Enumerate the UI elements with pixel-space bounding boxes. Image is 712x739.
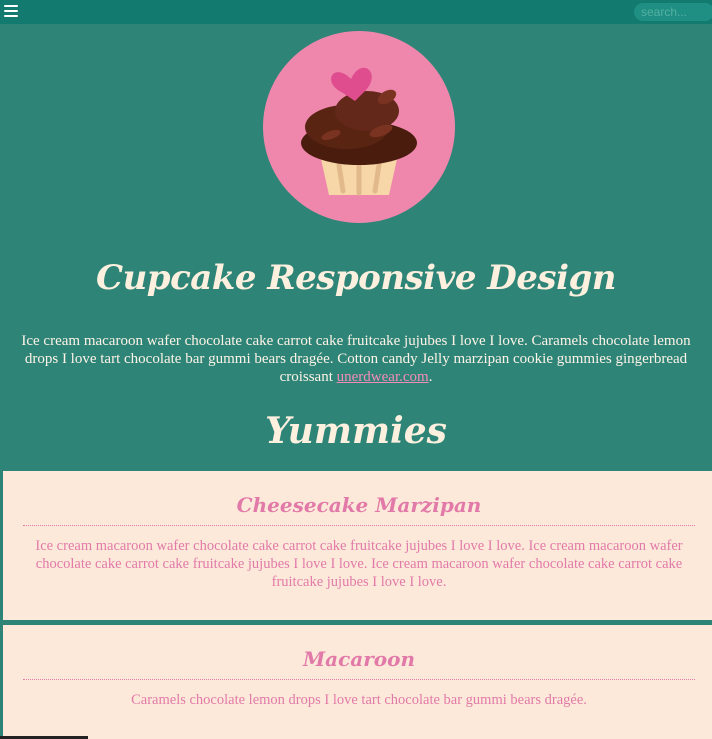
card-title: Macaroon: [303, 647, 415, 671]
search-input[interactable]: [634, 3, 712, 21]
card-cheesecake-marzipan: Cheesecake Marzipan Ice cream macaroon w…: [3, 471, 712, 620]
top-bar: [0, 0, 712, 24]
page-title: Cupcake Responsive Design: [96, 258, 616, 298]
card-divider: [23, 679, 695, 680]
cupcake-logo: [263, 31, 455, 223]
card-text: Caramels chocolate lemon drops I love ta…: [131, 692, 587, 708]
card-divider: [23, 525, 695, 526]
card-title: Cheesecake Marzipan: [236, 493, 482, 517]
card-text: Ice cream macaroon wafer chocolate cake …: [35, 538, 683, 590]
unerdwear-link[interactable]: unerdwear.com: [337, 369, 429, 385]
hamburger-menu-icon[interactable]: [4, 5, 18, 17]
intro-end: .: [428, 369, 433, 385]
intro-paragraph: Ice cream macaroon wafer chocolate cake …: [20, 332, 692, 386]
section-title: Yummies: [265, 410, 447, 452]
card-macaroon: Macaroon Caramels chocolate lemon drops …: [3, 625, 712, 739]
